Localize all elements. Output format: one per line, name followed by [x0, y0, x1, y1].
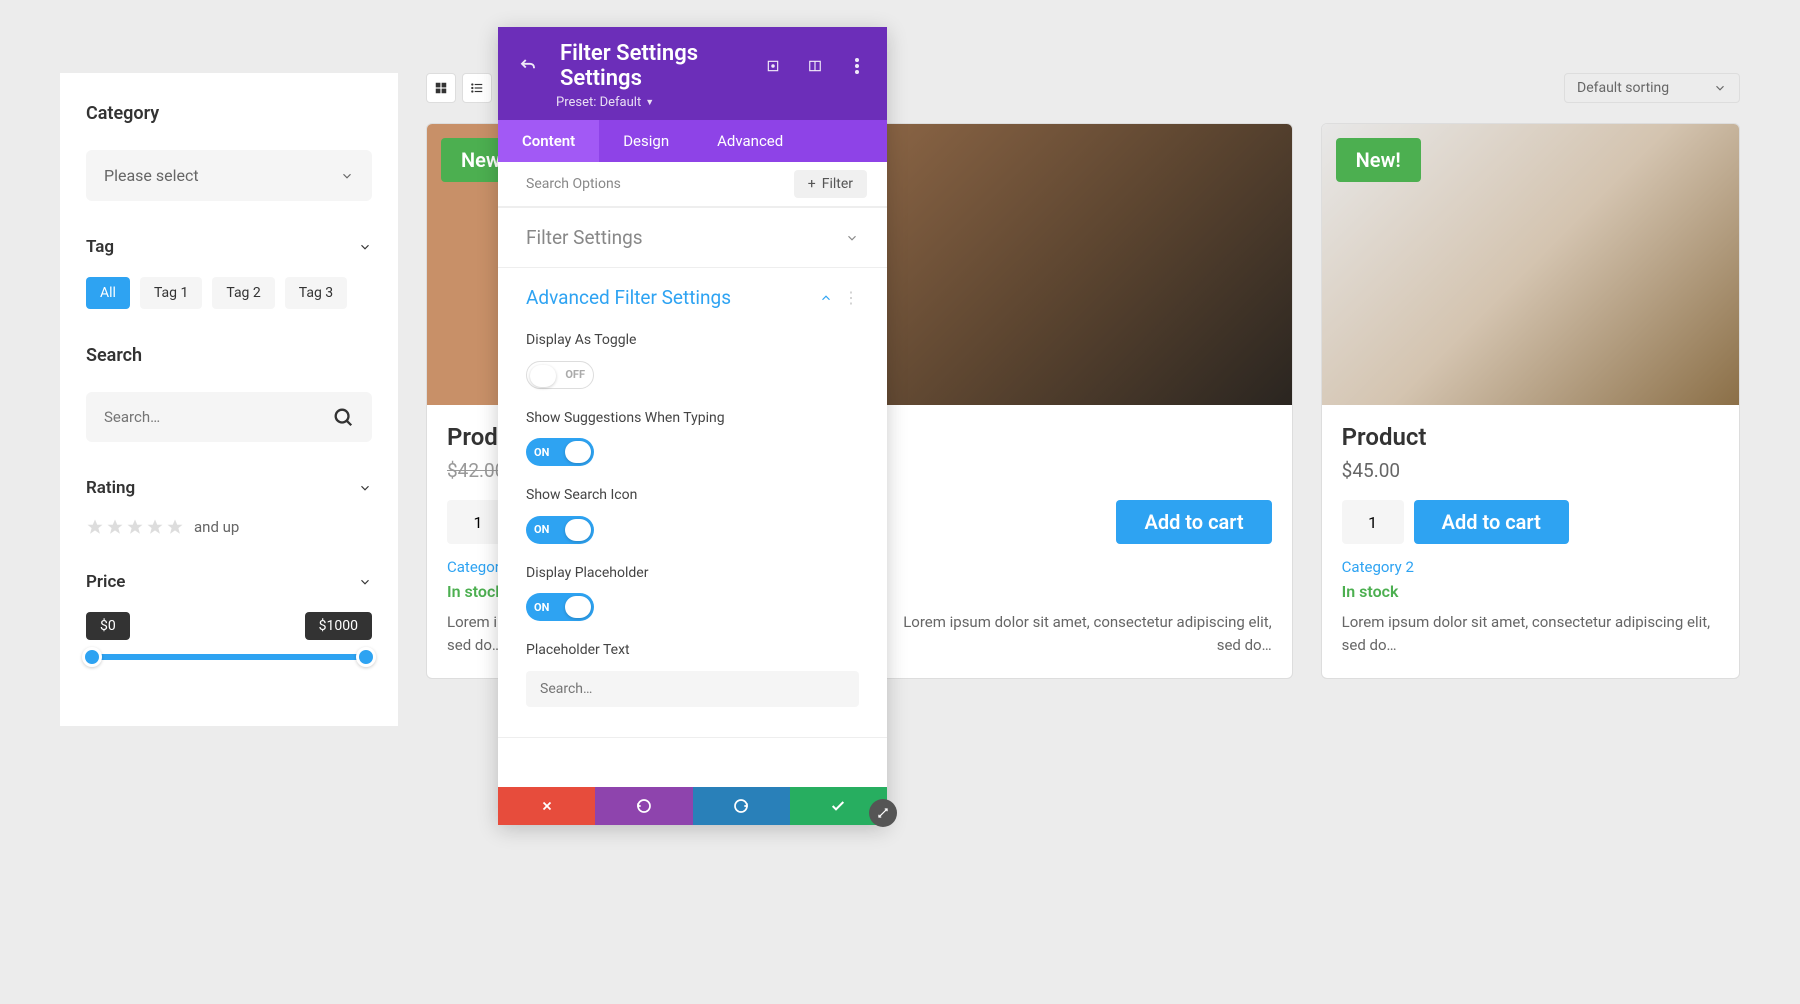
- undo-icon: [636, 798, 652, 814]
- star-icon: [86, 518, 104, 536]
- search-heading: Search: [86, 345, 372, 366]
- category-placeholder: Please select: [104, 166, 199, 185]
- tab-content[interactable]: Content: [498, 120, 599, 162]
- dots-vertical-icon: [855, 58, 859, 74]
- filter-sidebar: Category Please select Tag All Tag 1 Tag…: [60, 73, 398, 726]
- tag-2[interactable]: Tag 2: [212, 277, 274, 309]
- category-heading: Category: [86, 103, 372, 124]
- search-input[interactable]: [104, 408, 332, 426]
- show-suggestions-label: Show Suggestions When Typing: [526, 409, 859, 429]
- show-search-icon-label: Show Search Icon: [526, 486, 859, 506]
- star-icon: [146, 518, 164, 536]
- search-options-label: Search Options: [526, 176, 621, 192]
- chevron-down-icon: [358, 240, 372, 254]
- list-icon: [470, 81, 484, 95]
- add-to-cart-button[interactable]: Add to cart: [1116, 500, 1271, 544]
- display-placeholder-label: Display Placeholder: [526, 564, 859, 584]
- advanced-filter-section-toggle[interactable]: Advanced Filter Settings ⋮: [498, 267, 887, 327]
- star-group: [86, 518, 184, 536]
- star-icon: [126, 518, 144, 536]
- modal-header[interactable]: Filter Settings Settings Preset: Default…: [498, 27, 887, 120]
- redo-icon: [733, 798, 749, 814]
- grid-view-button[interactable]: [426, 73, 456, 103]
- add-to-cart-button[interactable]: Add to cart: [1414, 500, 1569, 544]
- redo-button[interactable]: [693, 787, 790, 825]
- display-as-toggle-label: Display As Toggle: [526, 331, 859, 351]
- chevron-down-icon: [358, 481, 372, 495]
- tab-design[interactable]: Design: [599, 120, 693, 162]
- chevron-down-icon: [340, 169, 354, 183]
- product-description: Lorem ipsum dolor sit amet, consectetur …: [1342, 611, 1719, 656]
- product-card: New! Product $45.00 Add to cart Category…: [1321, 123, 1740, 679]
- filter-settings-modal: Filter Settings Settings Preset: Default…: [498, 27, 887, 825]
- search-box[interactable]: [86, 392, 372, 442]
- product-category-link[interactable]: Category 2: [1342, 558, 1719, 576]
- display-as-toggle-switch[interactable]: OFF: [526, 361, 594, 389]
- expand-button[interactable]: [763, 56, 783, 76]
- resize-handle[interactable]: [869, 799, 897, 827]
- price-min-label: $0: [86, 612, 130, 640]
- rating-filter[interactable]: and up: [86, 518, 372, 536]
- layout-button[interactable]: [805, 56, 825, 76]
- show-search-icon-switch[interactable]: ON: [526, 516, 594, 544]
- sort-select[interactable]: Default sorting: [1564, 73, 1740, 103]
- rating-heading[interactable]: Rating: [86, 478, 372, 498]
- modal-title: Filter Settings Settings: [560, 41, 741, 91]
- new-badge: New!: [1336, 138, 1421, 182]
- list-view-button[interactable]: [462, 73, 492, 103]
- star-icon: [166, 518, 184, 536]
- chevron-down-icon: [358, 575, 372, 589]
- preset-selector[interactable]: Preset: Default ▼: [556, 95, 867, 110]
- placeholder-text-label: Placeholder Text: [526, 641, 859, 661]
- reply-arrow-icon: [519, 57, 537, 75]
- tag-1[interactable]: Tag 1: [140, 277, 202, 309]
- price-max-label: $1000: [305, 612, 372, 640]
- quantity-input[interactable]: [1342, 500, 1404, 544]
- grid-icon: [434, 81, 448, 95]
- show-suggestions-switch[interactable]: ON: [526, 438, 594, 466]
- section-more-button[interactable]: ⋮: [843, 288, 859, 307]
- price-slider-track[interactable]: [86, 654, 372, 660]
- cancel-button[interactable]: [498, 787, 595, 825]
- price-heading[interactable]: Price: [86, 572, 372, 592]
- tag-heading[interactable]: Tag: [86, 237, 372, 257]
- product-description: Lorem ipsum dolor sit amet, consectetur …: [894, 611, 1271, 656]
- product-image[interactable]: [874, 124, 1291, 405]
- product-card: Product $45.00 Add to cart Category 2 In…: [873, 123, 1292, 679]
- display-placeholder-switch[interactable]: ON: [526, 593, 594, 621]
- chevron-up-icon: [819, 291, 833, 305]
- resize-icon: [876, 806, 890, 820]
- more-button[interactable]: [847, 56, 867, 76]
- back-button[interactable]: [518, 56, 538, 76]
- close-icon: [540, 799, 554, 813]
- product-price: $45.00: [1342, 459, 1719, 482]
- tag-3[interactable]: Tag 3: [285, 277, 347, 309]
- caret-down-icon: ▼: [645, 97, 654, 108]
- product-title[interactable]: Product: [1342, 423, 1719, 451]
- star-icon: [106, 518, 124, 536]
- stock-status: In stock: [1342, 582, 1719, 601]
- add-filter-button[interactable]: + Filter: [794, 170, 867, 198]
- category-select[interactable]: Please select: [86, 150, 372, 201]
- placeholder-text-input[interactable]: [526, 671, 859, 707]
- expand-icon: [766, 59, 780, 73]
- columns-icon: [808, 59, 822, 73]
- check-icon: [830, 798, 846, 814]
- tab-advanced[interactable]: Advanced: [693, 120, 807, 162]
- search-icon: [332, 406, 354, 428]
- chevron-down-icon: [845, 231, 859, 245]
- tag-all[interactable]: All: [86, 277, 130, 309]
- plus-icon: +: [808, 176, 816, 192]
- price-slider-handle-max[interactable]: [356, 647, 376, 667]
- chevron-down-icon: [1713, 81, 1727, 95]
- rating-suffix: and up: [194, 518, 239, 536]
- price-slider-handle-min[interactable]: [82, 647, 102, 667]
- filter-settings-section-toggle[interactable]: Filter Settings: [498, 207, 887, 267]
- undo-button[interactable]: [595, 787, 692, 825]
